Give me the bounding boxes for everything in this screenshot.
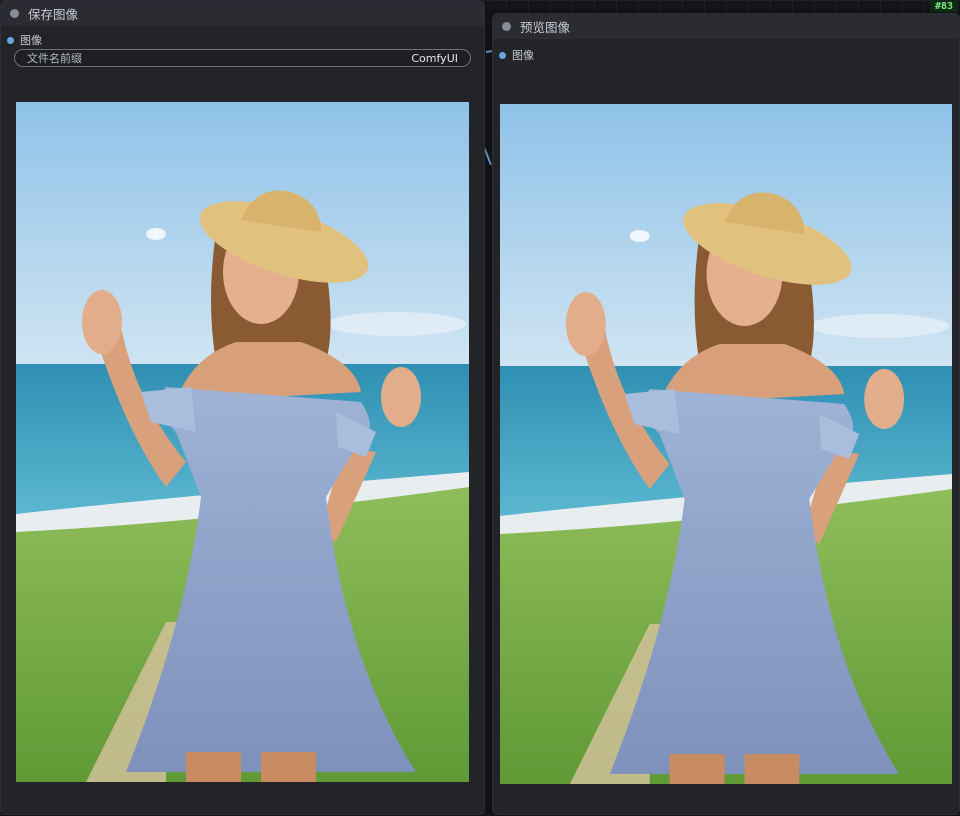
save-input-slot[interactable]: 图像	[7, 32, 42, 48]
preview-node-titlebar[interactable]: 预览图像	[493, 14, 959, 39]
save-node-titlebar[interactable]: 保存图像	[1, 1, 484, 26]
preview-input-label: 图像	[512, 49, 534, 62]
node-id-badge: #83	[929, 0, 958, 12]
filename-prefix-input[interactable]: 文件名前缀 ComfyUI	[14, 49, 471, 67]
filename-prefix-value: ComfyUI	[411, 51, 458, 65]
preview-input-slot[interactable]: 图像	[499, 47, 534, 63]
image-input-dot[interactable]	[499, 51, 506, 59]
woman-on-beach-photo	[16, 102, 469, 782]
preview-node-title: 预览图像	[520, 20, 571, 35]
node-collapse-dot[interactable]	[10, 9, 19, 18]
saved-image[interactable]	[16, 102, 469, 782]
woman-on-beach-photo	[500, 104, 952, 784]
filename-prefix-label: 文件名前缀	[27, 52, 82, 65]
save-image-node[interactable]: 保存图像 图像 文件名前缀 ComfyUI	[0, 0, 485, 815]
save-node-title: 保存图像	[28, 7, 79, 22]
preview-image[interactable]	[500, 104, 952, 784]
node-collapse-dot[interactable]	[502, 22, 511, 31]
save-input-label: 图像	[20, 34, 42, 47]
preview-image-node[interactable]: 预览图像 图像	[492, 13, 960, 815]
image-input-dot[interactable]	[7, 36, 14, 44]
